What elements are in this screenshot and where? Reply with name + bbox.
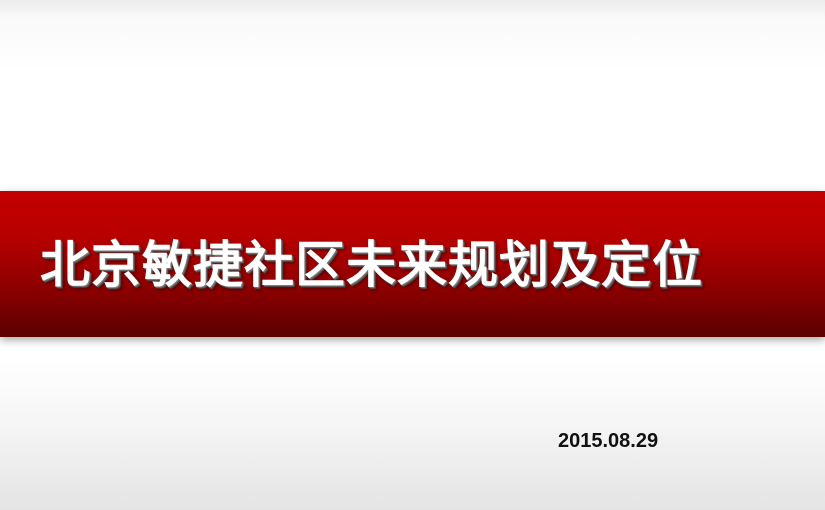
presentation-slide: 北京敏捷社区未来规划及定位 2015.08.29 [0,0,825,510]
slide-title: 北京敏捷社区未来规划及定位 [40,236,703,294]
slide-date: 2015.08.29 [558,430,659,452]
